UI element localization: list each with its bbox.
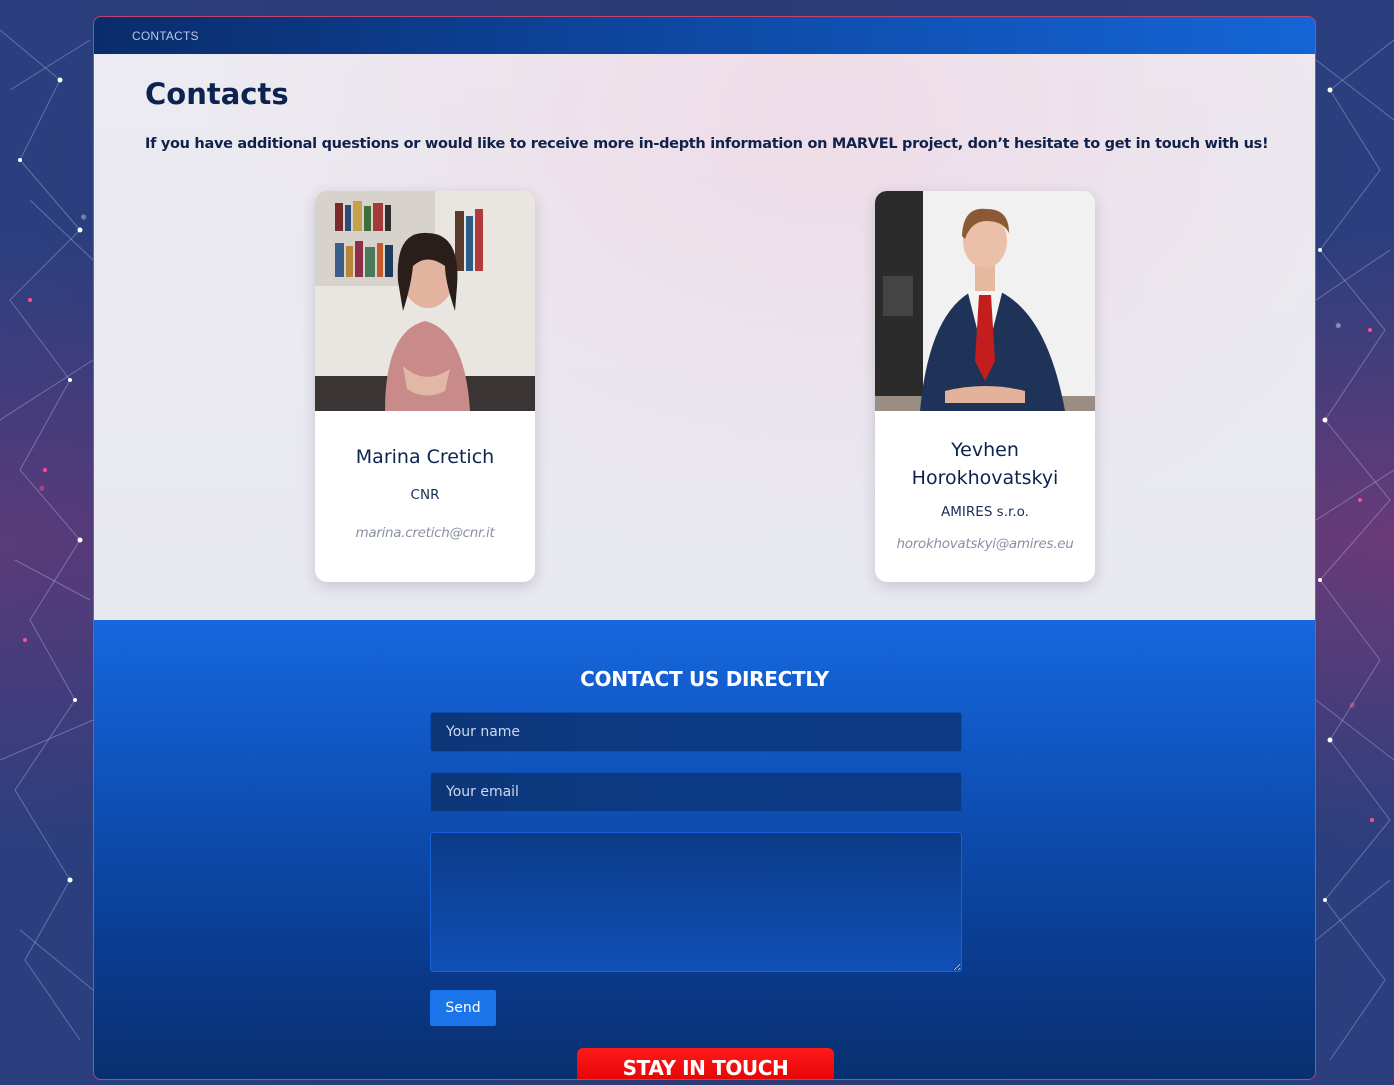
breadcrumb-bar: CONTACTS	[94, 17, 1315, 54]
contact-photo	[875, 191, 1095, 411]
contact-org: CNR	[410, 487, 440, 503]
message-textarea[interactable]	[430, 832, 962, 972]
send-button[interactable]: Send	[430, 990, 496, 1026]
page-title: Contacts	[145, 77, 289, 111]
contact-form-section: CONTACT US DIRECTLY Send STAY IN TOUCH	[94, 620, 1315, 1079]
contacts-section: Contacts If you have additional question…	[94, 54, 1315, 620]
contact-email[interactable]: horokhovatskyi@amires.eu	[875, 536, 1095, 552]
contact-card-1: Marina Cretich CNR marina.cretich@cnr.it	[315, 191, 535, 582]
page-frame: CONTACTS Contacts If you have additional…	[93, 16, 1316, 1080]
contact-photo	[315, 191, 535, 411]
breadcrumb[interactable]: CONTACTS	[132, 29, 199, 43]
contact-name: Yevhen Horokhovatskyi	[911, 439, 1059, 489]
stay-in-touch-button[interactable]: STAY IN TOUCH	[577, 1048, 834, 1079]
name-input[interactable]	[430, 712, 962, 752]
contact-email[interactable]: marina.cretich@cnr.it	[315, 525, 535, 541]
contact-card-2: Yevhen Horokhovatskyi AMIRES s.r.o. horo…	[875, 191, 1095, 582]
contact-org: AMIRES s.r.o.	[941, 504, 1029, 520]
email-input[interactable]	[430, 772, 962, 812]
contact-name: Marina Cretich	[355, 446, 495, 468]
intro-text: If you have additional questions or woul…	[145, 136, 1269, 152]
form-title: CONTACT US DIRECTLY	[580, 667, 829, 691]
